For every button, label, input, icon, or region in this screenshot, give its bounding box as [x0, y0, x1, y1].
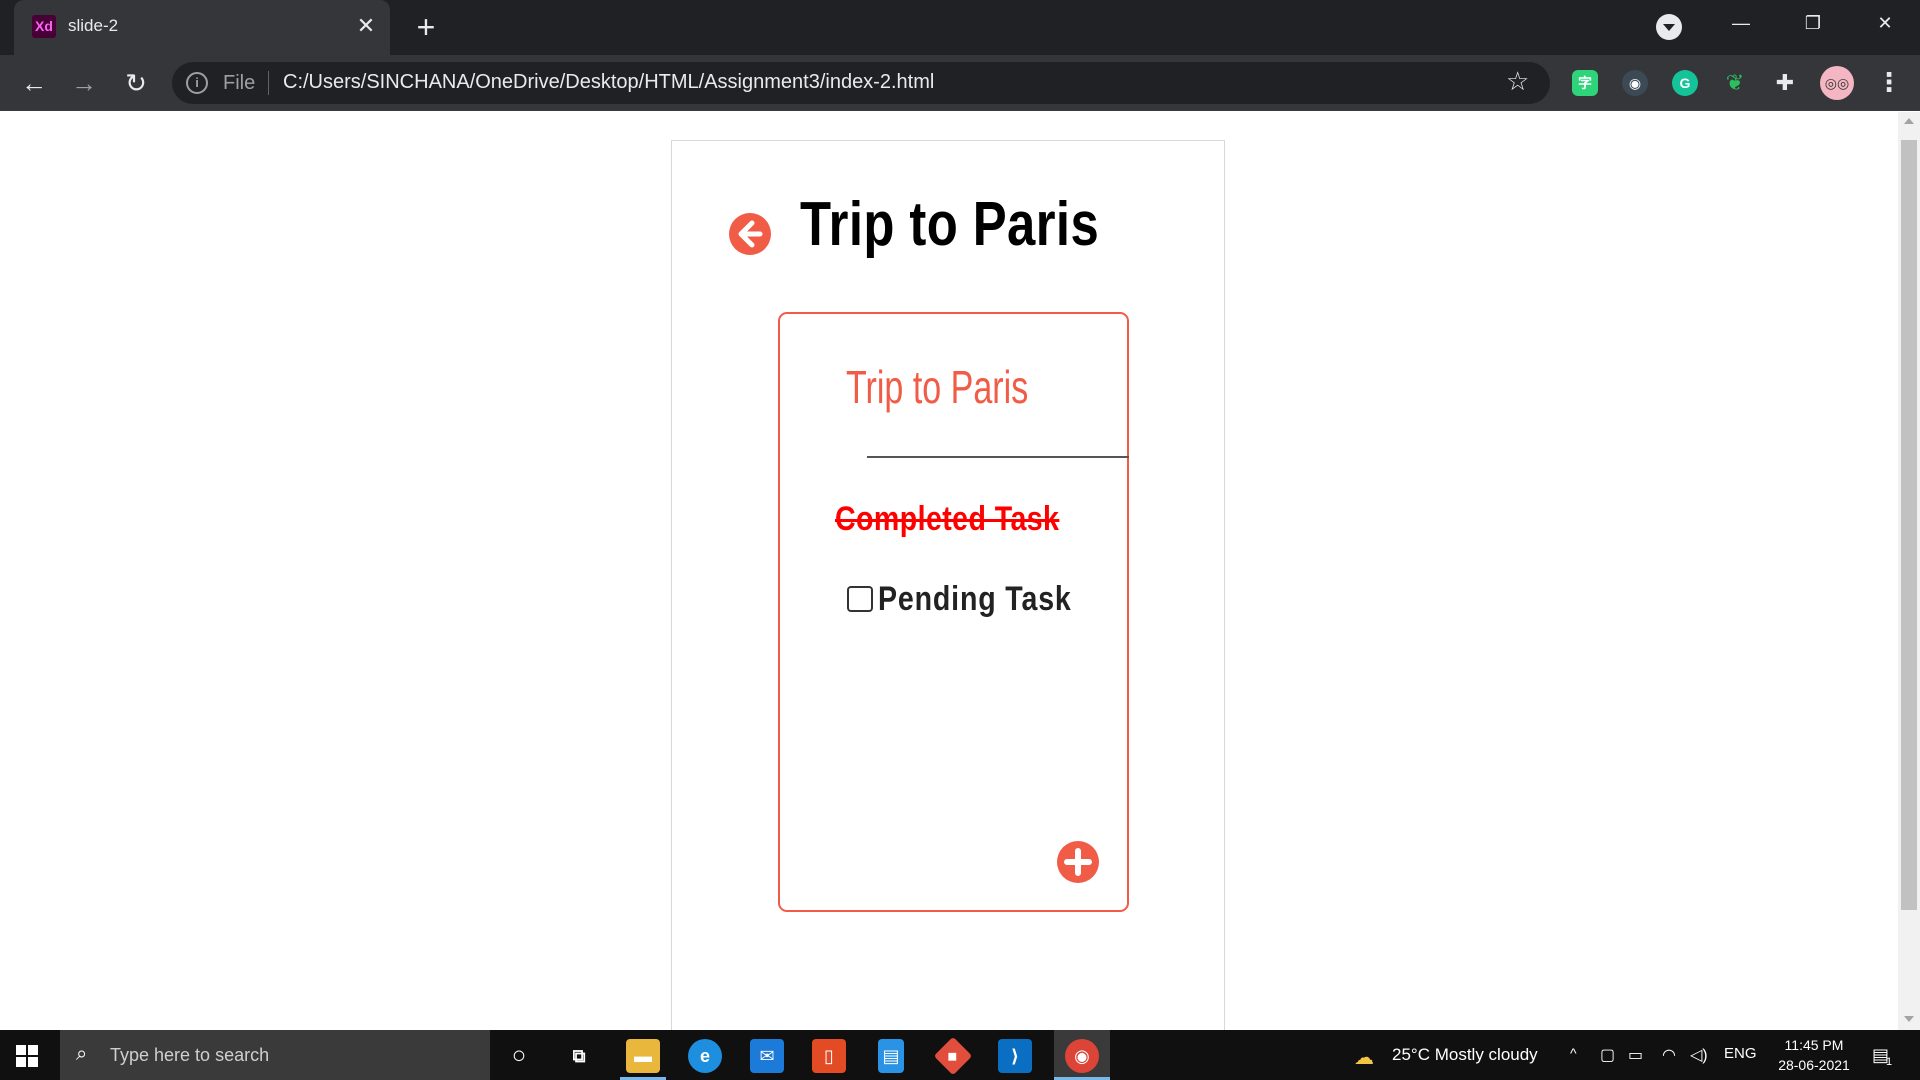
battery-icon[interactable]: ▭ — [1628, 1045, 1643, 1065]
omnibox-separator — [268, 71, 269, 95]
device-icon[interactable]: ▢ — [1600, 1045, 1615, 1065]
browser-tabstrip: Xd slide-2 ✕ + — ❐ ✕ — [0, 0, 1920, 55]
vertical-scrollbar[interactable] — [1898, 112, 1920, 1030]
git-icon[interactable]: ◆ — [933, 1036, 973, 1076]
weather-icon[interactable]: ☁ — [1354, 1045, 1374, 1070]
grammarly-icon[interactable]: G — [1672, 70, 1698, 96]
bookmark-star-icon[interactable]: ☆ — [1506, 66, 1529, 97]
evernote-icon[interactable]: ❦ — [1722, 70, 1748, 96]
notes-icon[interactable]: ▤ — [878, 1039, 904, 1073]
close-tab-icon[interactable]: ✕ — [350, 10, 382, 42]
scroll-down-arrow[interactable] — [1904, 1016, 1914, 1022]
windows-taskbar: ⌕ Type here to search ○ ⧉ ▬ e ✉ ▯ ▤ ◆ ⟩ … — [0, 1030, 1920, 1080]
forward-arrow-icon[interactable]: → — [66, 65, 102, 101]
notification-count: 1 — [1886, 1056, 1893, 1068]
weather-text[interactable]: 25°C Mostly cloudy — [1392, 1045, 1538, 1065]
page-title: Trip to Paris — [800, 190, 1100, 259]
taskbar-search-box[interactable]: ⌕ Type here to search — [60, 1030, 490, 1080]
profile-avatar[interactable]: ◎◎ — [1820, 66, 1854, 100]
cortana-icon[interactable]: ○ — [502, 1039, 536, 1073]
chrome-icon[interactable]: ◉ — [1065, 1039, 1099, 1073]
completed-task[interactable]: Completed Task — [835, 500, 1059, 539]
wifi-icon[interactable]: ◠ — [1662, 1045, 1676, 1065]
card-divider — [867, 456, 1129, 458]
reload-icon[interactable]: ↻ — [118, 65, 154, 101]
menu-dots-icon[interactable]: ⋮ — [1876, 67, 1902, 98]
search-placeholder: Type here to search — [110, 1045, 270, 1065]
file-explorer-icon[interactable]: ▬ — [626, 1039, 660, 1073]
system-clock[interactable]: 11:45 PM 28-06-2021 — [1764, 1035, 1864, 1075]
card-title: Trip to Paris — [846, 361, 1029, 413]
translate-extension-icon[interactable]: 字 — [1572, 70, 1598, 96]
tray-chevron-icon[interactable]: ^ — [1570, 1045, 1577, 1061]
volume-icon[interactable]: ◁) — [1690, 1045, 1708, 1065]
tab-search-icon[interactable] — [1656, 14, 1682, 40]
clock-date: 28-06-2021 — [1778, 1057, 1850, 1073]
scroll-thumb[interactable] — [1901, 140, 1917, 910]
minimize-button[interactable]: — — [1706, 0, 1776, 46]
slide-container: Trip to Paris Trip to Paris Completed Ta… — [671, 140, 1225, 1030]
scheme-label: File — [223, 72, 256, 94]
scroll-up-arrow[interactable] — [1904, 118, 1914, 124]
adobe-xd-icon: Xd — [32, 15, 56, 38]
restore-button[interactable]: ❐ — [1778, 0, 1848, 46]
clock-time: 11:45 PM — [1784, 1037, 1844, 1053]
tab-title: slide-2 — [68, 16, 119, 35]
address-bar[interactable]: i File C:/Users/SINCHANA/OneDrive/Deskto… — [172, 62, 1550, 104]
vscode-icon[interactable]: ⟩ — [998, 1039, 1032, 1073]
add-task-icon[interactable] — [1056, 840, 1100, 884]
page-viewport: Trip to Paris Trip to Paris Completed Ta… — [0, 112, 1898, 1030]
new-tab-button[interactable]: + — [408, 10, 444, 46]
todo-card: Trip to Paris Completed Task Pending Tas… — [778, 312, 1129, 912]
back-arrow-icon[interactable] — [728, 212, 772, 256]
pending-task[interactable]: Pending Task — [878, 580, 1072, 619]
edge-icon[interactable]: e — [688, 1039, 722, 1073]
browser-toolbar: ← → ↻ i File C:/Users/SINCHANA/OneDrive/… — [0, 55, 1920, 111]
office-icon[interactable]: ▯ — [812, 1039, 846, 1073]
back-arrow-icon[interactable]: ← — [16, 65, 52, 101]
close-window-button[interactable]: ✕ — [1850, 0, 1920, 46]
pending-task-checkbox[interactable] — [847, 586, 873, 612]
info-icon[interactable]: i — [186, 72, 208, 94]
task-view-icon[interactable]: ⧉ — [562, 1039, 596, 1073]
language-indicator[interactable]: ENG — [1724, 1045, 1757, 1062]
windows-start-icon[interactable] — [16, 1045, 38, 1067]
tab-slide-2[interactable]: Xd slide-2 ✕ — [14, 0, 390, 55]
url-text[interactable]: C:/Users/SINCHANA/OneDrive/Desktop/HTML/… — [283, 71, 934, 94]
search-icon: ⌕ — [76, 1043, 88, 1065]
screen-extension-icon[interactable]: ◉ — [1622, 70, 1648, 96]
extensions-puzzle-icon[interactable]: ✚ — [1772, 70, 1798, 96]
mail-icon[interactable]: ✉ — [750, 1039, 784, 1073]
